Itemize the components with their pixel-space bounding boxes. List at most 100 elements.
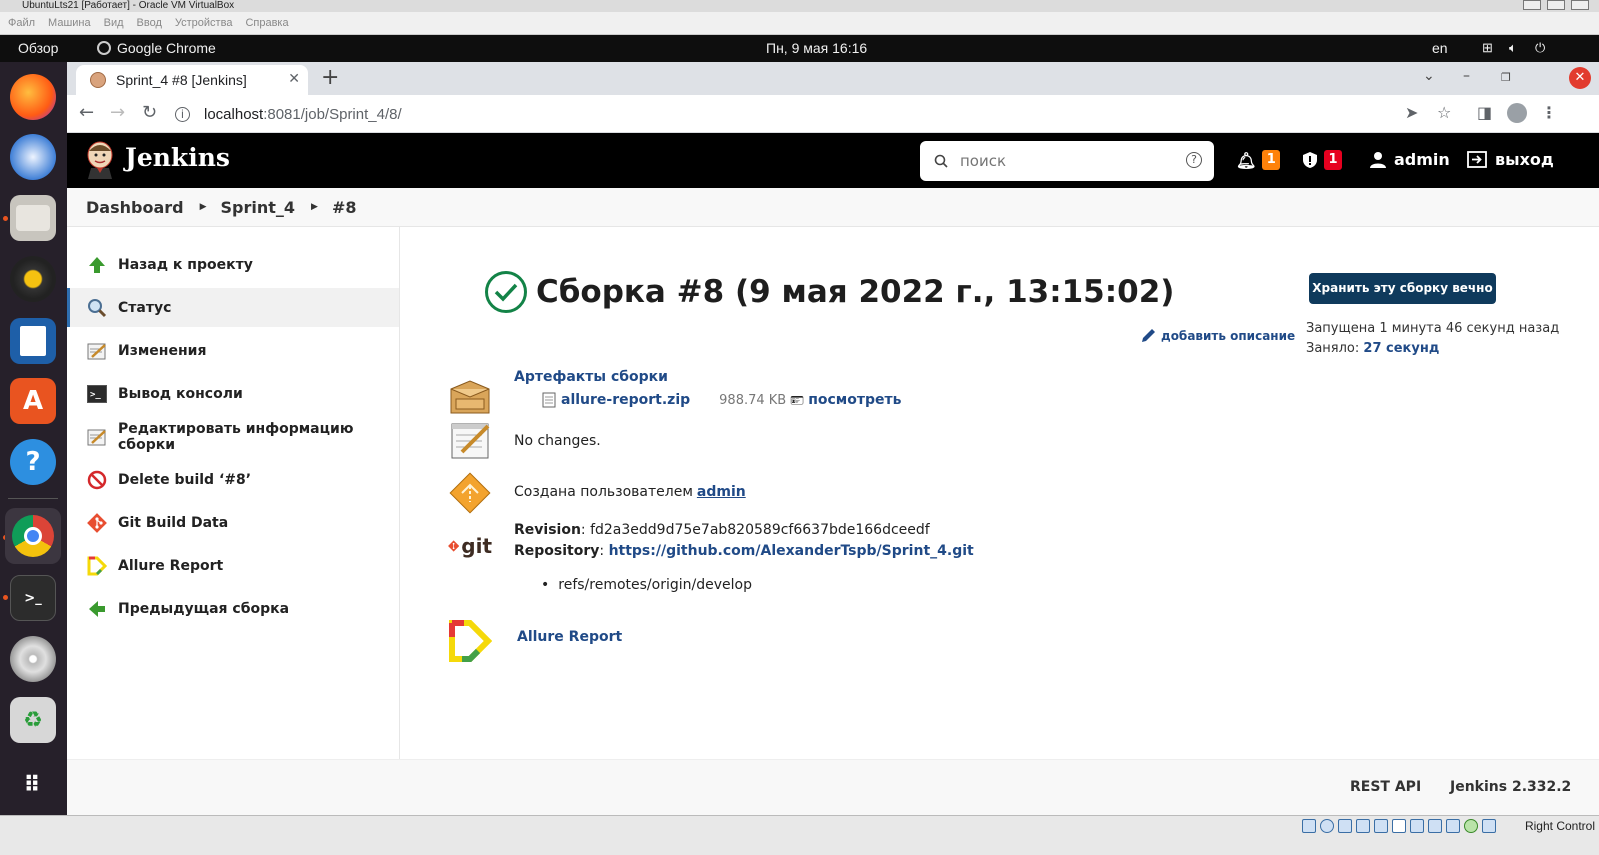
network-status-icon[interactable]: [1356, 819, 1370, 833]
vbox-menu-devices[interactable]: Устройства: [175, 17, 233, 29]
activities-button[interactable]: Обзор: [18, 40, 58, 56]
vbox-maximize-button[interactable]: [1547, 0, 1565, 10]
optical-icon[interactable]: [1320, 819, 1334, 833]
bookmark-star-icon[interactable]: ☆: [1437, 103, 1451, 122]
user-menu[interactable]: admin: [1370, 150, 1450, 169]
keep-build-forever-button[interactable]: Хранить эту сборку вечно: [1309, 273, 1496, 304]
clock[interactable]: Пн, 9 мая 16:16: [766, 40, 867, 56]
power-icon[interactable]: ⏻: [1535, 40, 1545, 56]
chrome-dock-icon[interactable]: [5, 508, 61, 564]
window-restore-icon[interactable]: ❐: [1501, 71, 1511, 84]
breadcrumb-chevron-icon[interactable]: ▶: [200, 202, 207, 212]
breadcrumb-dashboard[interactable]: Dashboard: [86, 198, 184, 217]
firefox-icon[interactable]: [10, 74, 56, 120]
jenkins-version-link[interactable]: Jenkins 2.332.2: [1450, 779, 1571, 795]
add-description-link[interactable]: добавить описание: [1141, 328, 1295, 343]
hdd-icon[interactable]: [1302, 819, 1316, 833]
artifacts-title-link[interactable]: Артефакты сборки: [514, 369, 668, 385]
new-tab-button[interactable]: +: [321, 65, 339, 90]
created-by-user-link[interactable]: admin: [697, 484, 746, 500]
forward-icon[interactable]: →: [110, 102, 125, 123]
mouse-integration-icon[interactable]: [1482, 819, 1496, 833]
window-minimize-icon[interactable]: –: [1463, 68, 1470, 84]
sidebar-item-changes[interactable]: Изменения: [67, 331, 399, 370]
sidebar-item-label: Редактировать информацию сборки: [118, 420, 354, 453]
jenkins-header: Jenkins ? 🔔︎ 1 1 admin выход: [67, 133, 1599, 188]
disc-icon[interactable]: [10, 636, 56, 682]
git-word: git: [461, 534, 492, 558]
shared-folder-icon[interactable]: [1392, 819, 1406, 833]
terminal-icon[interactable]: >_: [10, 575, 56, 621]
revision-label: Revision: [514, 522, 581, 538]
site-info-icon[interactable]: i: [175, 106, 190, 122]
security-button[interactable]: 1: [1302, 150, 1342, 170]
jenkins-title[interactable]: Jenkins: [125, 143, 230, 172]
files-icon[interactable]: [10, 195, 56, 241]
recording-icon[interactable]: [1428, 819, 1442, 833]
sidebar-item-status[interactable]: Статус: [67, 288, 399, 327]
pencil-icon: [1142, 329, 1155, 342]
audio-icon[interactable]: [1338, 819, 1352, 833]
network-icon[interactable]: ⊞: [1482, 40, 1493, 56]
window-close-icon[interactable]: ✕: [1569, 67, 1591, 89]
app-grid-icon[interactable]: ⠿: [10, 762, 56, 808]
user-name: admin: [1394, 150, 1450, 169]
sidebar-item-git-build-data[interactable]: Git Build Data: [67, 503, 399, 542]
vbox-close-button[interactable]: [1571, 0, 1589, 10]
allure-icon[interactable]: [448, 619, 492, 663]
sidebar-item-label: Вывод консоли: [118, 385, 243, 402]
cpu-icon[interactable]: [1446, 819, 1460, 833]
vbox-status-bar: Right Control: [0, 815, 1599, 855]
vbox-menu-view[interactable]: Вид: [104, 17, 124, 29]
sidebar-item-allure-report[interactable]: Allure Report: [67, 546, 399, 585]
artifact-file-link[interactable]: allure-report.zip: [561, 392, 690, 408]
sidebar-item-back-to-project[interactable]: Назад к проекту: [67, 245, 399, 284]
writer-icon[interactable]: [10, 318, 56, 364]
rhythmbox-icon[interactable]: [10, 256, 56, 302]
browser-tab[interactable]: Sprint_4 #8 [Jenkins] ✕: [76, 65, 308, 95]
repository-link[interactable]: https://github.com/AlexanderTspb/Sprint_…: [609, 543, 974, 559]
tab-close-icon[interactable]: ✕: [288, 70, 300, 87]
search-help-icon[interactable]: ?: [1186, 152, 1202, 168]
artifact-view-link[interactable]: посмотреть: [808, 392, 901, 408]
took-value-link[interactable]: 27 секунд: [1363, 341, 1439, 356]
rest-api-link[interactable]: REST API: [1350, 779, 1421, 795]
breadcrumb-job[interactable]: Sprint_4: [221, 198, 296, 217]
allure-report-link[interactable]: Allure Report: [517, 629, 622, 645]
vbox-menu-help[interactable]: Справка: [245, 17, 288, 29]
address-bar[interactable]: i localhost:8081/job/Sprint_4/8/: [175, 99, 1475, 129]
vbox-menu-machine[interactable]: Машина: [48, 17, 91, 29]
volume-icon[interactable]: 🔈︎: [1509, 40, 1517, 56]
thunderbird-icon[interactable]: [10, 134, 56, 180]
vt-icon[interactable]: [1464, 819, 1478, 833]
side-panel-icon[interactable]: ◨: [1477, 103, 1492, 122]
search-input[interactable]: [960, 152, 1180, 170]
breadcrumb-build[interactable]: #8: [332, 198, 357, 217]
software-center-icon[interactable]: A: [10, 378, 56, 424]
jenkins-logo-icon[interactable]: [83, 139, 117, 179]
sidebar-item-edit-build-info[interactable]: Редактировать информацию сборки: [67, 417, 399, 456]
profile-avatar[interactable]: [1507, 103, 1527, 123]
vbox-menu-input[interactable]: Ввод: [137, 17, 162, 29]
back-icon[interactable]: ←: [79, 102, 94, 123]
reload-icon[interactable]: ↻: [142, 102, 157, 123]
keyboard-layout[interactable]: en: [1432, 40, 1448, 56]
vbox-menu-file[interactable]: Файл: [8, 17, 35, 29]
active-app-menu[interactable]: Google Chrome: [97, 40, 216, 56]
sidebar-item-previous-build[interactable]: Предыдущая сборка: [67, 589, 399, 628]
svg-text:>_: >_: [90, 390, 101, 400]
menu-kebab-icon[interactable]: ⋮: [1541, 103, 1557, 122]
display-icon[interactable]: [1410, 819, 1424, 833]
usb-icon[interactable]: [1374, 819, 1388, 833]
sidebar-item-delete-build[interactable]: Delete build ‘#8’: [67, 460, 399, 499]
notifications-button[interactable]: 🔔︎ 1: [1236, 150, 1281, 170]
help-icon[interactable]: ?: [10, 439, 56, 485]
sidebar-item-console-output[interactable]: >_ Вывод консоли: [67, 374, 399, 413]
tab-search-icon[interactable]: ⌄: [1423, 68, 1435, 84]
trash-icon[interactable]: ♻: [10, 697, 56, 743]
chrome-icon: [97, 41, 111, 55]
logout-button[interactable]: выход: [1467, 150, 1554, 169]
breadcrumb-chevron-icon[interactable]: ▶: [311, 202, 318, 212]
send-icon[interactable]: ➤: [1405, 103, 1418, 122]
vbox-minimize-button[interactable]: [1523, 0, 1541, 10]
